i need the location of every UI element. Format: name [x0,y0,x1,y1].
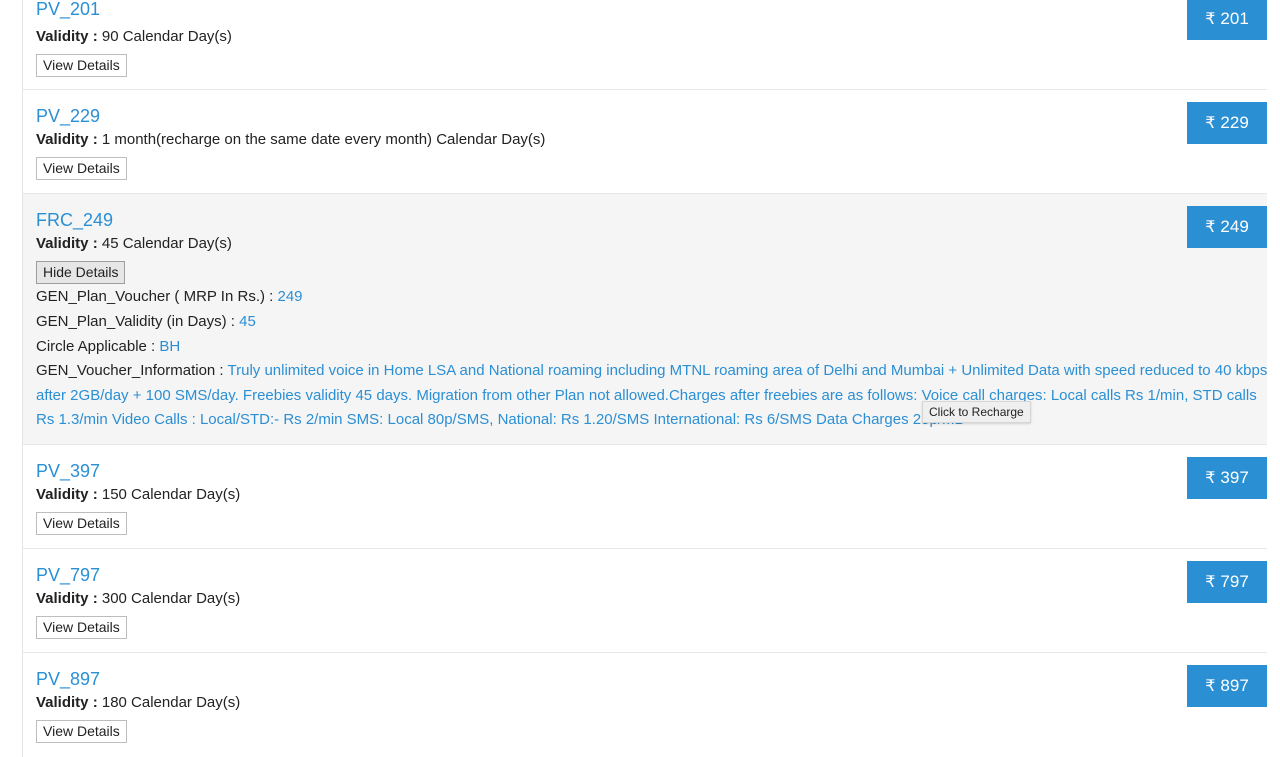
validity-label: Validity : [36,131,98,148]
rupee-icon: ₹ [1205,574,1216,591]
plan-name-link[interactable]: PV_201 [36,0,100,20]
plan-row: PV_397 Validity : 150 Calendar Day(s) Vi… [23,445,1267,549]
view-details-button[interactable]: View Details [36,616,127,639]
plan-name-link[interactable]: PV_797 [36,564,100,586]
rupee-icon: ₹ [1205,678,1216,695]
plan-validity: Validity : 300 Calendar Day(s) [36,589,240,609]
detail-mrp: GEN_Plan_Voucher ( MRP In Rs.) : 249 [36,287,303,307]
recharge-price-button[interactable]: ₹ 229 [1187,102,1267,144]
plan-validity: Validity : 90 Calendar Day(s) [36,27,232,47]
rupee-icon: ₹ [1205,11,1216,28]
view-details-button[interactable]: View Details [36,54,127,77]
detail-circle: Circle Applicable : BH [36,337,180,357]
plan-list: PV_201 Validity : 90 Calendar Day(s) Vie… [22,0,1267,757]
validity-value: 1 month(recharge on the same date every … [101,131,546,148]
validity-value: 300 Calendar Day(s) [101,590,241,607]
plan-validity: Validity : 150 Calendar Day(s) [36,485,240,505]
validity-value: 90 Calendar Day(s) [101,28,232,45]
detail-validity-label: GEN_Plan_Validity (in Days) : [36,313,235,330]
recharge-price-button[interactable]: ₹ 201 [1187,0,1267,40]
plan-name-link[interactable]: PV_897 [36,668,100,690]
validity-label: Validity : [36,590,98,607]
detail-info-label: GEN_Voucher_Information : [36,362,224,379]
hide-details-button[interactable]: Hide Details [36,261,126,284]
recharge-tooltip: Click to Recharge [922,401,1031,423]
recharge-price-button[interactable]: ₹ 397 [1187,457,1267,499]
rupee-icon: ₹ [1205,470,1216,487]
recharge-price-button[interactable]: ₹ 249 [1187,206,1267,248]
plan-name-link[interactable]: PV_397 [36,460,100,482]
recharge-price-button[interactable]: ₹ 797 [1187,561,1267,603]
validity-label: Validity : [36,235,98,252]
plan-name-link[interactable]: FRC_249 [36,209,113,231]
plan-name-link[interactable]: PV_229 [36,105,100,127]
view-details-button[interactable]: View Details [36,157,127,180]
validity-label: Validity : [36,486,98,503]
validity-value: 150 Calendar Day(s) [101,486,241,503]
detail-validity-value: 45 [239,313,256,330]
validity-value: 45 Calendar Day(s) [101,235,232,252]
plan-validity: Validity : 45 Calendar Day(s) [36,234,232,254]
plan-row: PV_797 Validity : 300 Calendar Day(s) Vi… [23,549,1267,653]
plan-validity: Validity : 180 Calendar Day(s) [36,693,240,713]
validity-label: Validity : [36,28,98,45]
view-details-button[interactable]: View Details [36,720,127,743]
detail-circle-label: Circle Applicable : [36,338,156,355]
plan-validity: Validity : 1 month(recharge on the same … [36,130,545,150]
rupee-icon: ₹ [1205,219,1216,236]
plan-row: PV_229 Validity : 1 month(recharge on th… [23,90,1267,194]
price-value: 249 [1220,217,1249,236]
price-value: 797 [1220,572,1249,591]
detail-circle-value: BH [159,338,181,355]
view-details-button[interactable]: View Details [36,512,127,535]
detail-voucher-info: GEN_Voucher_Information : Truly unlimite… [36,359,1268,433]
detail-mrp-label: GEN_Plan_Voucher ( MRP In Rs.) : [36,288,274,305]
plan-row: PV_201 Validity : 90 Calendar Day(s) Vie… [23,0,1267,90]
validity-label: Validity : [36,694,98,711]
detail-mrp-value: 249 [277,288,303,305]
price-value: 897 [1220,676,1249,695]
price-value: 397 [1220,468,1249,487]
detail-validity: GEN_Plan_Validity (in Days) : 45 [36,312,256,332]
validity-value: 180 Calendar Day(s) [101,694,241,711]
price-value: 201 [1220,9,1249,28]
price-value: 229 [1220,113,1249,132]
plan-row-expanded: FRC_249 Validity : 45 Calendar Day(s) Hi… [23,194,1267,445]
recharge-price-button[interactable]: ₹ 897 [1187,665,1267,707]
rupee-icon: ₹ [1205,115,1216,132]
plan-row: PV_897 Validity : 180 Calendar Day(s) Vi… [23,653,1267,757]
